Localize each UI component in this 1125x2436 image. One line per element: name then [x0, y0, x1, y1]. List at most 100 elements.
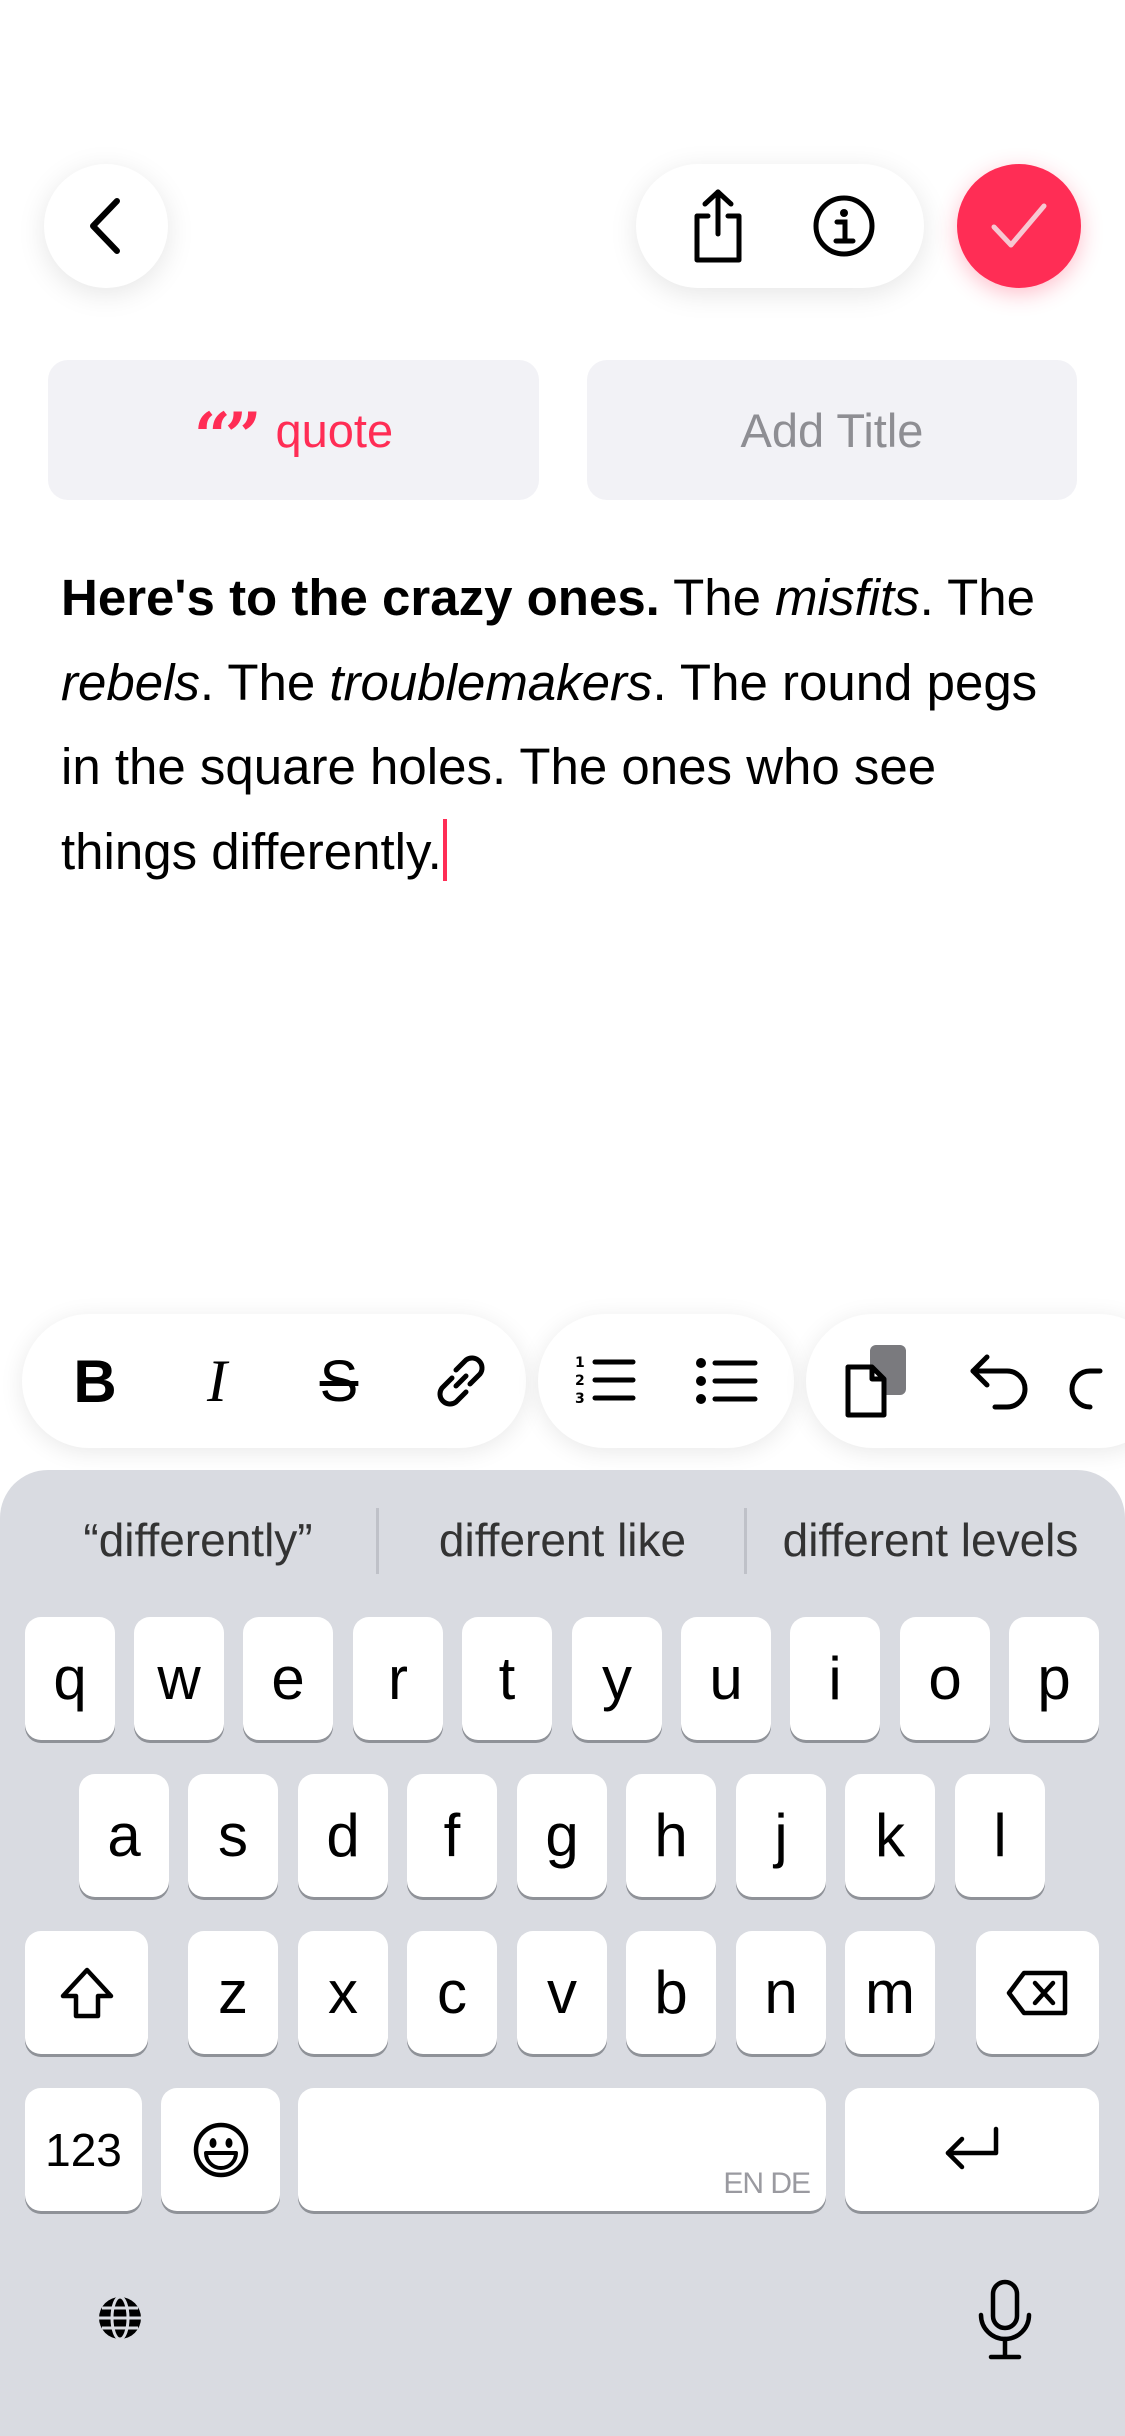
key-j[interactable]: j	[736, 1774, 826, 1897]
bold-icon: B	[73, 1347, 117, 1415]
undo-button[interactable]	[940, 1314, 1060, 1448]
quote-icon: “”	[193, 398, 262, 474]
link-button[interactable]	[406, 1314, 516, 1448]
share-icon	[694, 189, 742, 263]
text-run: . The	[199, 653, 330, 711]
key-label: a	[107, 1802, 141, 1869]
key-g[interactable]: g	[517, 1774, 607, 1897]
key-t[interactable]: t	[462, 1617, 552, 1740]
key-r[interactable]: r	[353, 1617, 443, 1740]
key-label: l	[993, 1802, 1007, 1869]
microphone-button[interactable]	[962, 2272, 1048, 2368]
italic-text: rebels	[61, 653, 200, 711]
key-n[interactable]: n	[736, 1931, 826, 2054]
key-f[interactable]: f	[407, 1774, 497, 1897]
quote-label: quote	[275, 403, 394, 457]
svg-text:3: 3	[575, 1391, 585, 1407]
key-p[interactable]: p	[1009, 1617, 1099, 1740]
suggestion-1[interactable]: “differently”	[20, 1495, 376, 1585]
key-label: b	[654, 1959, 688, 2026]
suggestion-2[interactable]: different like	[380, 1495, 745, 1585]
suggestion-divider	[376, 1508, 379, 1574]
key-b[interactable]: b	[626, 1931, 716, 2054]
text-caret	[442, 818, 447, 881]
key-label: u	[709, 1645, 743, 1712]
backspace-key[interactable]	[976, 1931, 1099, 2054]
key-x[interactable]: x	[298, 1931, 388, 2054]
info-icon	[813, 195, 875, 257]
done-button[interactable]	[957, 164, 1081, 288]
key-h[interactable]: h	[626, 1774, 716, 1897]
key-label: j	[774, 1802, 788, 1869]
key-label: m	[865, 1959, 915, 2026]
key-a[interactable]: a	[79, 1774, 169, 1897]
italic-text: misfits	[775, 569, 920, 626]
emoji-key[interactable]	[161, 2088, 280, 2211]
key-d[interactable]: d	[298, 1774, 388, 1897]
key-w[interactable]: w	[134, 1617, 224, 1740]
key-c[interactable]: c	[407, 1931, 497, 2054]
key-label: q	[53, 1645, 87, 1712]
key-e[interactable]: e	[243, 1617, 333, 1740]
back-button[interactable]	[44, 164, 168, 288]
key-label: e	[271, 1645, 305, 1712]
bold-text: Here's to the crazy ones.	[61, 569, 660, 626]
emoji-icon	[193, 2122, 248, 2177]
svg-text:1: 1	[575, 1355, 585, 1371]
key-label: v	[547, 1959, 577, 2026]
key-o[interactable]: o	[900, 1617, 990, 1740]
bold-button[interactable]: B	[40, 1314, 150, 1448]
key-label: k	[875, 1802, 905, 1869]
italic-text: troublemakers	[329, 653, 653, 711]
key-label: t	[498, 1645, 516, 1712]
paste-button[interactable]	[816, 1314, 936, 1448]
key-l[interactable]: l	[955, 1774, 1045, 1897]
key-m[interactable]: m	[845, 1931, 935, 2054]
italic-button[interactable]: I	[162, 1314, 272, 1448]
space-key[interactable]: EN DE	[298, 2088, 826, 2211]
suggestion-3[interactable]: different levels	[748, 1495, 1113, 1585]
text-run: . The	[919, 569, 1035, 626]
suggestion-label: different like	[438, 1514, 687, 1566]
share-button[interactable]	[656, 164, 780, 288]
numbers-key[interactable]: 123	[25, 2088, 142, 2211]
suggestion-label: different levels	[782, 1514, 1079, 1566]
numbered-list-icon: 1 2 3	[575, 1355, 636, 1407]
chevron-left-icon	[90, 198, 120, 254]
strikethrough-button[interactable]: S	[284, 1314, 394, 1448]
backspace-icon	[1006, 1970, 1067, 2015]
numbered-list-button[interactable]: 1 2 3	[546, 1314, 664, 1448]
key-label: h	[654, 1802, 688, 1869]
shift-key[interactable]	[25, 1931, 148, 2054]
add-title-button[interactable]: Add Title	[587, 360, 1077, 500]
key-label: s	[218, 1802, 248, 1869]
key-label: g	[545, 1802, 579, 1869]
bulleted-list-button[interactable]	[668, 1314, 786, 1448]
key-label: i	[828, 1645, 842, 1712]
key-v[interactable]: v	[517, 1931, 607, 2054]
link-icon	[437, 1355, 485, 1407]
key-label: n	[764, 1959, 798, 2026]
svg-text:2: 2	[575, 1373, 585, 1389]
return-key[interactable]	[845, 2088, 1099, 2211]
note-editor[interactable]: Here's to the crazy ones. The misfits. T…	[61, 556, 1071, 894]
microphone-icon	[978, 2279, 1032, 2360]
key-u[interactable]: u	[681, 1617, 771, 1740]
redo-button[interactable]	[1064, 1314, 1125, 1448]
language-indicator: EN DE	[723, 2167, 811, 2200]
key-label: w	[157, 1645, 201, 1712]
globe-icon	[99, 2295, 141, 2341]
redo-icon	[1069, 1368, 1103, 1410]
key-i[interactable]: i	[790, 1617, 880, 1740]
text-style-group: B I S	[22, 1314, 526, 1448]
info-button[interactable]	[782, 164, 906, 288]
key-k[interactable]: k	[845, 1774, 935, 1897]
key-label: o	[928, 1645, 962, 1712]
list-group: 1 2 3	[538, 1314, 794, 1448]
key-y[interactable]: y	[572, 1617, 662, 1740]
key-z[interactable]: z	[188, 1931, 278, 2054]
key-s[interactable]: s	[188, 1774, 278, 1897]
key-q[interactable]: q	[25, 1617, 115, 1740]
quote-chip[interactable]: “” quote	[48, 360, 539, 500]
globe-button[interactable]	[82, 2280, 158, 2356]
